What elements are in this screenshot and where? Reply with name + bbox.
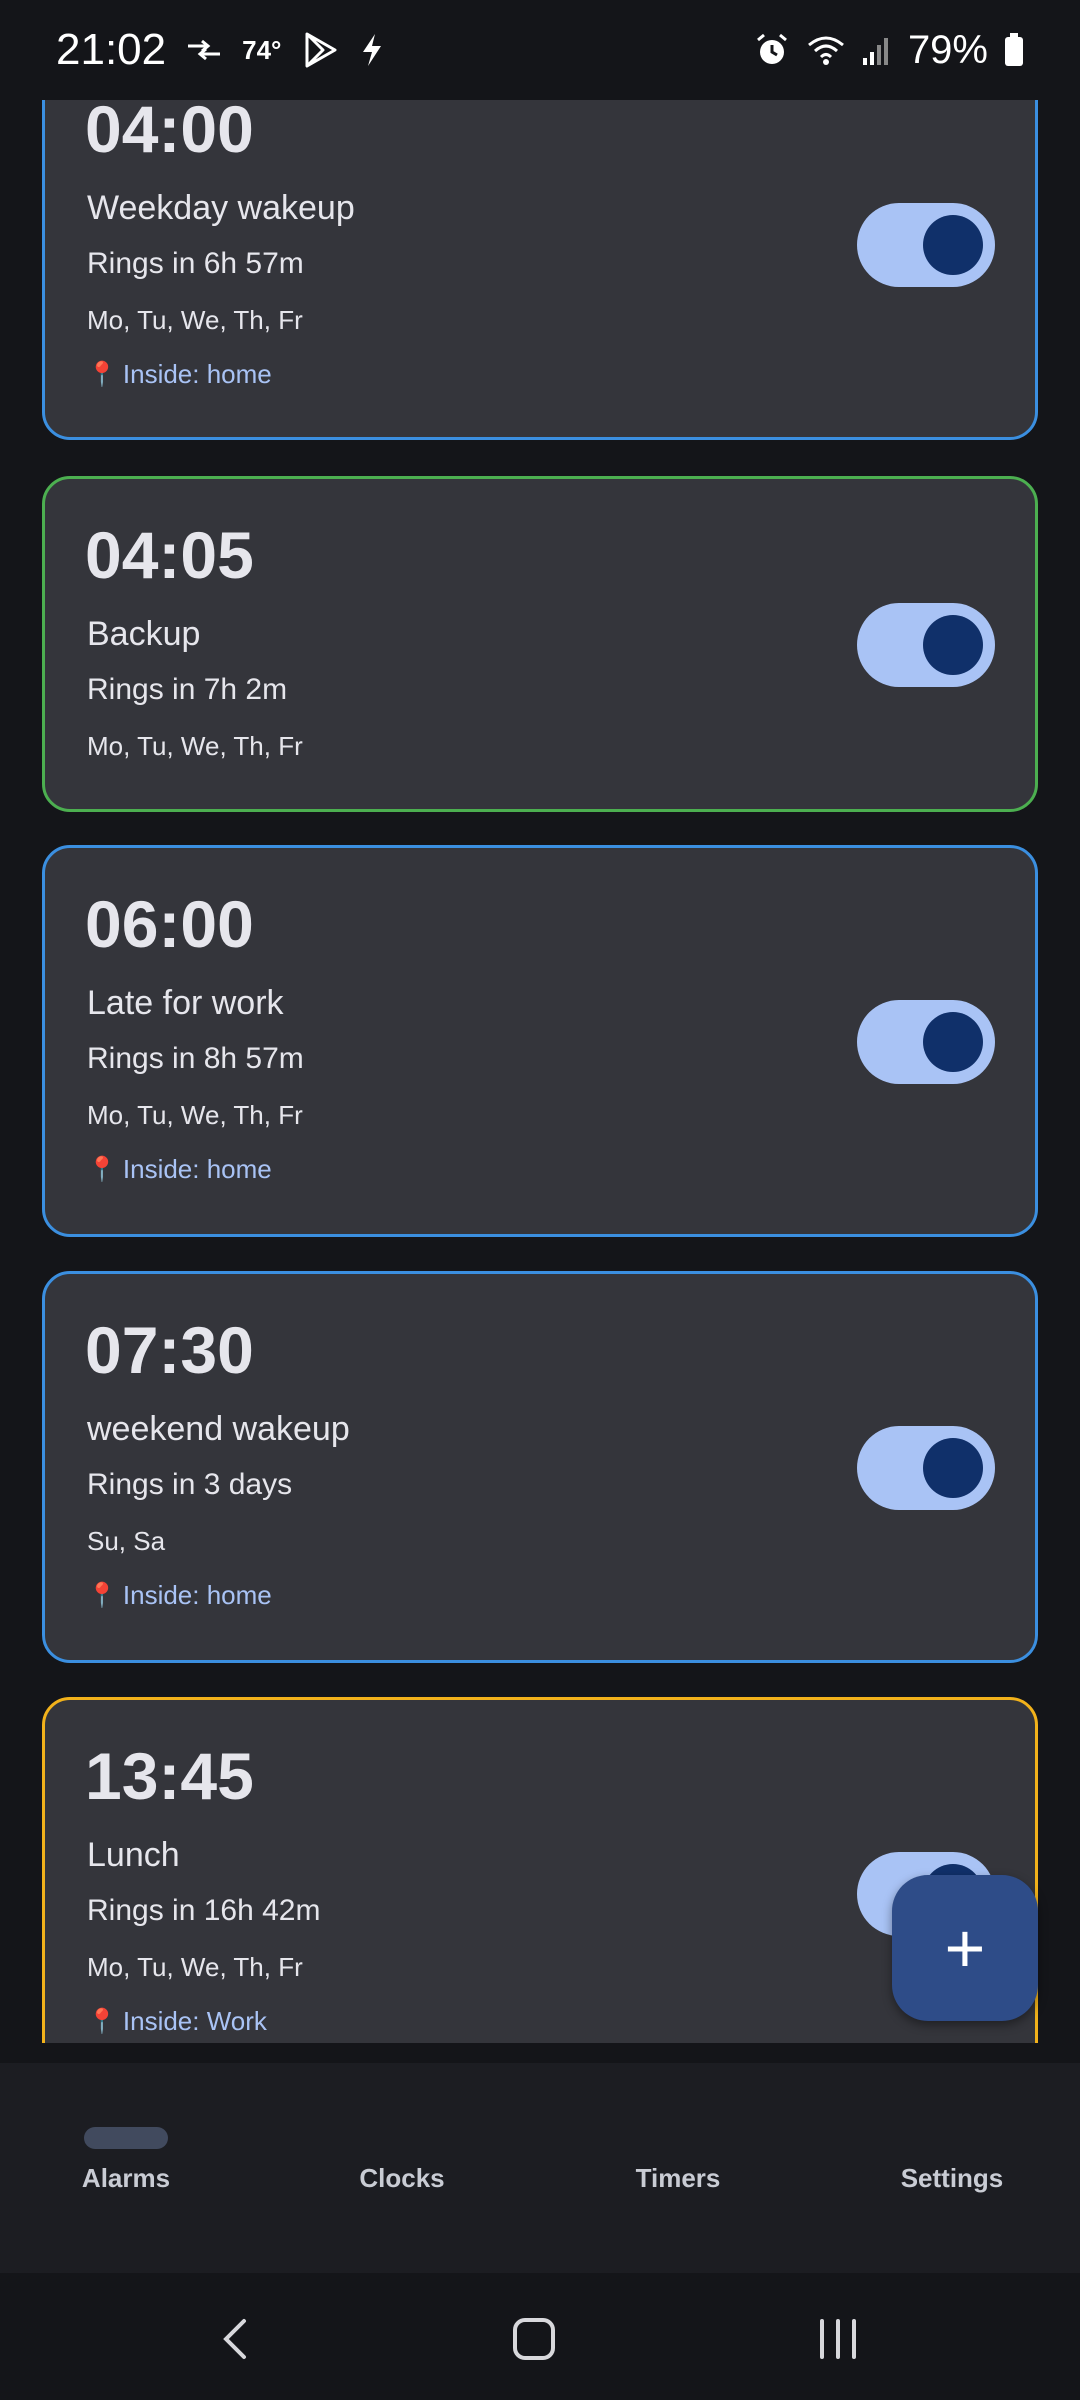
alarm-location: 📍 Inside: home xyxy=(87,1580,272,1611)
nav-indicator-empty xyxy=(636,2127,720,2149)
add-alarm-button[interactable]: + xyxy=(892,1875,1038,2021)
alarm-location-text: Inside: home xyxy=(122,359,272,389)
toggle-knob xyxy=(923,615,983,675)
location-pin-icon: 📍 xyxy=(87,1582,117,1609)
nav-item-alarms[interactable]: Alarms xyxy=(26,2127,226,2194)
alarm-time[interactable]: 13:45 xyxy=(85,1738,254,1814)
wifi-icon xyxy=(806,33,846,67)
flash-icon xyxy=(359,32,385,68)
alarm-card[interactable]: 04:00 Weekday wakeup Rings in 6h 57m Mo,… xyxy=(42,100,1038,440)
alarm-rings-in: Rings in 8h 57m xyxy=(87,1042,304,1075)
nav-item-settings[interactable]: Settings xyxy=(852,2127,1052,2194)
alarm-card[interactable]: 07:30 weekend wakeup Rings in 3 days Su,… xyxy=(42,1271,1038,1663)
location-pin-icon: 📍 xyxy=(87,1156,117,1183)
alarm-days: Mo, Tu, We, Th, Fr xyxy=(87,731,303,761)
alarm-toggle[interactable] xyxy=(857,1000,995,1084)
toggle-knob xyxy=(923,215,983,275)
alarm-location-text: Inside: home xyxy=(122,1154,272,1184)
data-transfer-icon xyxy=(186,38,222,62)
nav-item-timers[interactable]: Timers xyxy=(578,2127,778,2194)
alarm-location: 📍 Inside: home xyxy=(87,359,272,390)
location-pin-icon: 📍 xyxy=(87,361,117,388)
alarm-card[interactable]: 06:00 Late for work Rings in 8h 57m Mo, … xyxy=(42,845,1038,1237)
alarm-card[interactable]: 13:45 Lunch Rings in 16h 42m Mo, Tu, We,… xyxy=(42,1697,1038,2043)
nav-label: Timers xyxy=(635,2163,721,2193)
alarm-location: 📍 Inside: home xyxy=(87,1154,272,1185)
nav-indicator-empty xyxy=(360,2127,444,2149)
alarm-time[interactable]: 04:05 xyxy=(85,517,254,593)
alarm-toggle[interactable] xyxy=(857,603,995,687)
toggle-knob xyxy=(923,1012,983,1072)
recents-icon[interactable] xyxy=(808,2309,868,2369)
alarm-time[interactable]: 06:00 xyxy=(85,886,254,962)
alarm-days: Su, Sa xyxy=(87,1526,166,1556)
system-navigation-bar xyxy=(0,2273,1080,2400)
alarm-time[interactable]: 07:30 xyxy=(85,1312,254,1388)
status-left: 21:02 74° xyxy=(56,25,385,75)
alarm-card[interactable]: 04:05 Backup Rings in 7h 2m Mo, Tu, We, … xyxy=(42,476,1038,812)
alarm-label[interactable]: Lunch xyxy=(87,1836,180,1875)
alarm-days: Mo, Tu, We, Th, Fr xyxy=(87,1952,303,1982)
alarm-list-viewport[interactable]: 04:00 Weekday wakeup Rings in 6h 57m Mo,… xyxy=(0,100,1080,2043)
battery-percentage: 79% xyxy=(907,27,988,72)
alarm-toggle[interactable] xyxy=(857,203,995,287)
status-right: 79% xyxy=(754,28,1024,73)
nav-label: Settings xyxy=(900,2163,1004,2193)
alarm-time[interactable]: 04:00 xyxy=(85,100,254,167)
location-pin-icon: 📍 xyxy=(87,2008,117,2035)
nav-indicator-empty xyxy=(910,2127,994,2149)
nav-label: Clocks xyxy=(359,2163,445,2193)
plus-icon: + xyxy=(944,1909,986,1987)
nav-active-indicator xyxy=(84,2127,168,2149)
alarm-label[interactable]: Weekday wakeup xyxy=(87,189,355,228)
alarm-label[interactable]: Backup xyxy=(87,615,200,654)
alarm-location: 📍 Inside: Work xyxy=(87,2006,267,2037)
battery-icon xyxy=(1004,33,1024,67)
alarm-days: Mo, Tu, We, Th, Fr xyxy=(87,1100,303,1130)
play-store-icon xyxy=(301,31,339,69)
status-time: 21:02 xyxy=(56,25,167,74)
alarm-label[interactable]: weekend wakeup xyxy=(87,1410,350,1449)
alarm-label[interactable]: Late for work xyxy=(87,984,284,1023)
alarm-location-text: Inside: home xyxy=(122,1580,272,1610)
alarm-location-text: Inside: Work xyxy=(122,2006,267,2036)
signal-icon xyxy=(862,34,892,66)
alarm-rings-in: Rings in 3 days xyxy=(87,1468,293,1501)
alarm-rings-in: Rings in 7h 2m xyxy=(87,673,288,706)
nav-label: Alarms xyxy=(81,2163,171,2193)
home-icon[interactable] xyxy=(504,2309,564,2369)
alarm-toggle[interactable] xyxy=(857,1426,995,1510)
alarm-rings-in: Rings in 16h 42m xyxy=(87,1894,321,1927)
status-bar: 21:02 74° 79% xyxy=(0,0,1080,100)
nav-item-clocks[interactable]: Clocks xyxy=(302,2127,502,2194)
back-icon[interactable] xyxy=(206,2309,266,2369)
toggle-knob xyxy=(923,1438,983,1498)
bottom-navigation: Alarms Clocks Timers Settings xyxy=(0,2063,1080,2273)
alarm-clock-icon xyxy=(754,32,790,68)
alarm-rings-in: Rings in 6h 57m xyxy=(87,247,304,280)
status-temperature: 74° xyxy=(242,34,282,65)
alarm-days: Mo, Tu, We, Th, Fr xyxy=(87,305,303,335)
